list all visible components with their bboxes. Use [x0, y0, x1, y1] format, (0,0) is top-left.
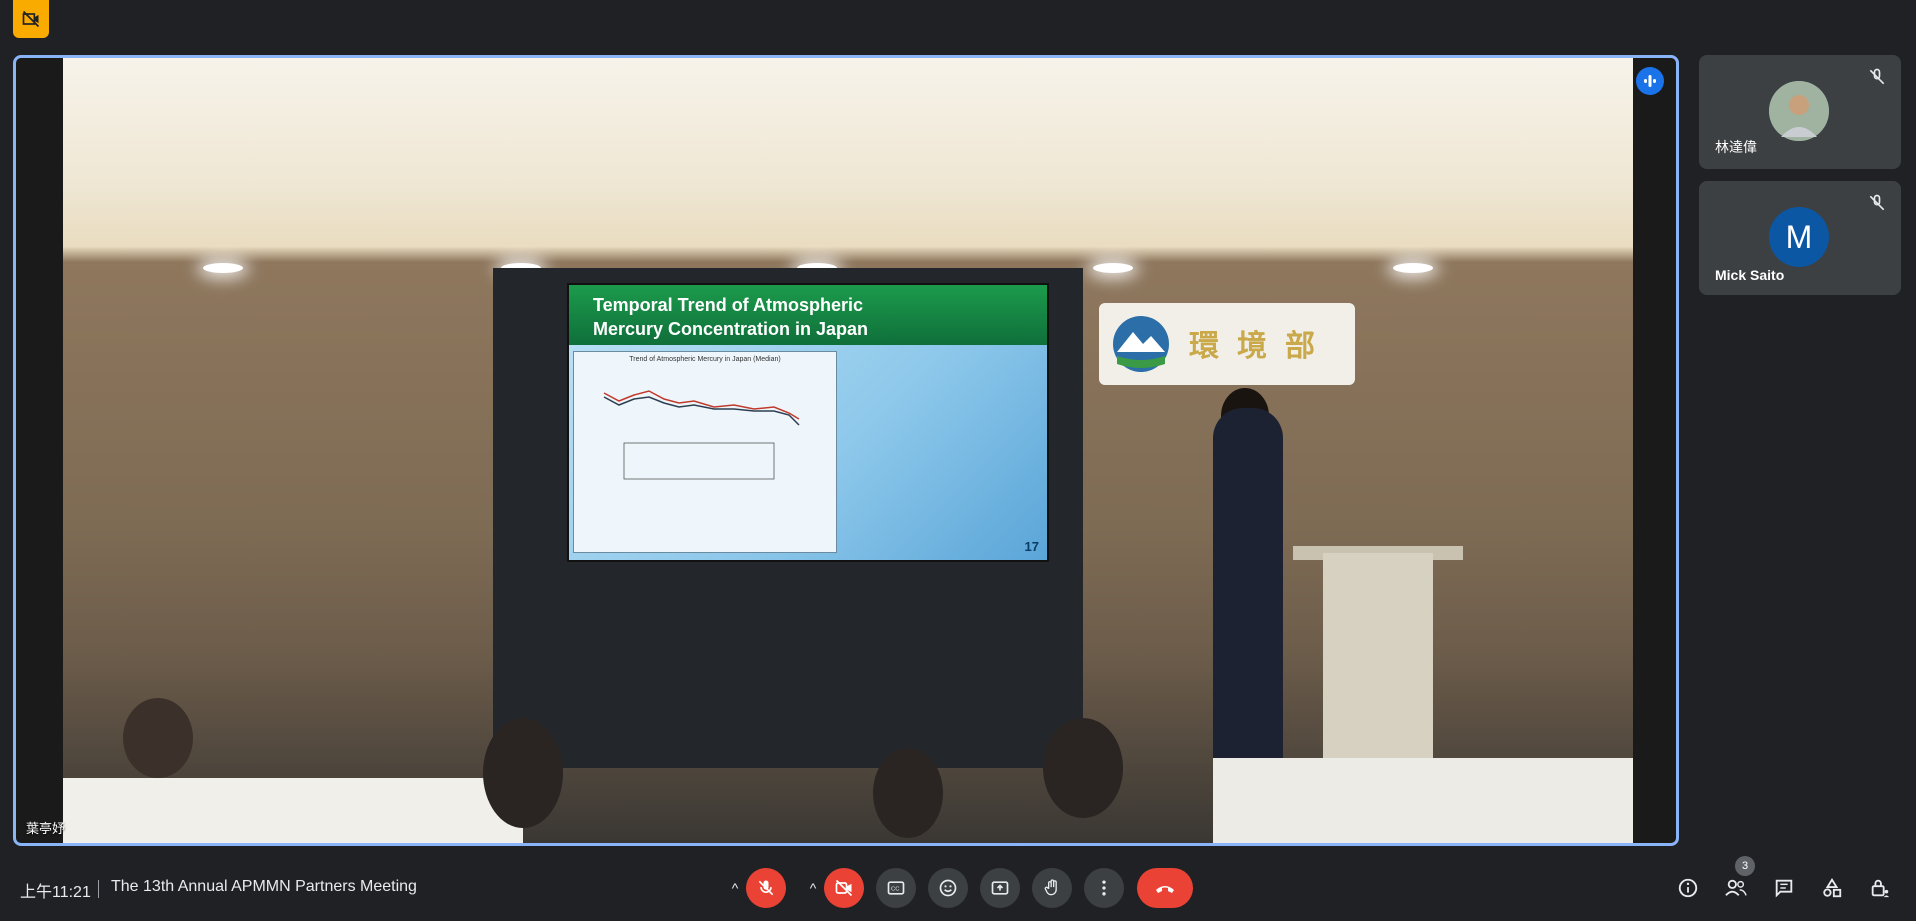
mic-toggle-button[interactable]	[746, 868, 786, 908]
meeting-title: The 13th Annual APMMN Partners Meeting	[111, 878, 417, 895]
participant-name: Mick Saito	[1715, 267, 1785, 283]
chat-icon	[1775, 879, 1793, 898]
info-icon	[1678, 878, 1698, 898]
participant-tile[interactable]: 林達偉	[1699, 55, 1901, 169]
camera-off-icon	[22, 10, 40, 28]
video-options-chevron-icon[interactable]: ^	[800, 868, 826, 908]
camera-off-icon	[835, 879, 853, 897]
wall-logo: 環境部	[1099, 303, 1355, 385]
people-icon	[1725, 879, 1747, 896]
audience-head	[1043, 718, 1123, 818]
slide-page-number: 17	[1024, 539, 1039, 554]
slide-line-chart	[603, 390, 800, 480]
avatar: M	[1769, 207, 1829, 267]
meeting-details-button[interactable]	[1674, 874, 1702, 902]
people-button[interactable]	[1722, 874, 1750, 902]
main-video-tile[interactable]: Temporal Trend of Atmospheric Mercury Co…	[13, 55, 1679, 846]
participant-name: 葉亭妤	[26, 821, 66, 836]
podium	[1323, 553, 1433, 793]
avatar	[1769, 81, 1829, 141]
chat-button[interactable]	[1770, 874, 1798, 902]
slide-title: Temporal Trend of Atmospheric Mercury Co…	[593, 295, 869, 339]
meeting-clock: 上午11:21	[20, 884, 91, 901]
present-screen-button[interactable]	[980, 868, 1020, 908]
hang-up-icon	[1156, 886, 1174, 893]
mic-muted-icon	[1869, 68, 1885, 85]
audience-head	[123, 698, 193, 778]
speaking-indicator-icon	[1636, 67, 1664, 95]
projected-slide: Temporal Trend of Atmospheric Mercury Co…	[567, 283, 1049, 562]
present-screen-icon	[991, 881, 1009, 895]
slide-chart: Trend of Atmospheric Mercury in Japan (M…	[573, 351, 837, 553]
audio-options-chevron-icon[interactable]: ^	[722, 868, 748, 908]
ceiling-light	[1093, 263, 1133, 273]
wall-logo-text: 環境部	[1189, 330, 1333, 363]
ceiling-light	[203, 263, 243, 273]
emoji-icon	[939, 879, 957, 897]
activities-icon	[1823, 878, 1842, 898]
audience-table	[1213, 758, 1633, 843]
more-options-button[interactable]	[1084, 868, 1124, 908]
ministry-logo-icon	[1113, 316, 1169, 372]
ceiling-light	[1393, 263, 1433, 273]
more-vert-icon	[1102, 880, 1106, 896]
slide-chart-caption: Trend of Atmospheric Mercury in Japan (M…	[629, 356, 781, 363]
audience-table	[63, 778, 523, 843]
host-controls-button[interactable]	[1866, 874, 1894, 902]
mic-muted-icon	[1869, 194, 1885, 211]
participant-tile[interactable]: M Mick Saito	[1699, 181, 1901, 295]
presentation-video: Temporal Trend of Atmospheric Mercury Co…	[63, 58, 1633, 843]
reactions-button[interactable]	[928, 868, 968, 908]
camera-toggle-button[interactable]	[824, 868, 864, 908]
mic-off-icon	[758, 880, 774, 896]
lock-person-icon	[1871, 879, 1890, 898]
captions-button[interactable]: CC	[876, 868, 916, 908]
person-photo-icon	[1769, 81, 1829, 141]
raise-hand-button[interactable]	[1032, 868, 1072, 908]
leave-call-button[interactable]	[1137, 868, 1193, 908]
divider	[98, 880, 99, 898]
slide-header: Temporal Trend of Atmospheric Mercury Co…	[569, 285, 1047, 345]
camera-off-badge	[13, 0, 49, 38]
bottom-toolbar: 上午11:21 The 13th Annual APMMN Partners M…	[0, 856, 1916, 921]
audience-head	[483, 718, 563, 828]
audience-head	[873, 748, 943, 838]
people-count-badge: 3	[1735, 856, 1755, 876]
captions-icon: CC	[887, 881, 905, 895]
audio-level-icon	[1644, 75, 1656, 87]
participant-name: 林達偉	[1715, 139, 1757, 155]
activities-button[interactable]	[1818, 874, 1846, 902]
svg-text:CC: CC	[891, 887, 899, 893]
hand-icon	[1044, 879, 1057, 896]
